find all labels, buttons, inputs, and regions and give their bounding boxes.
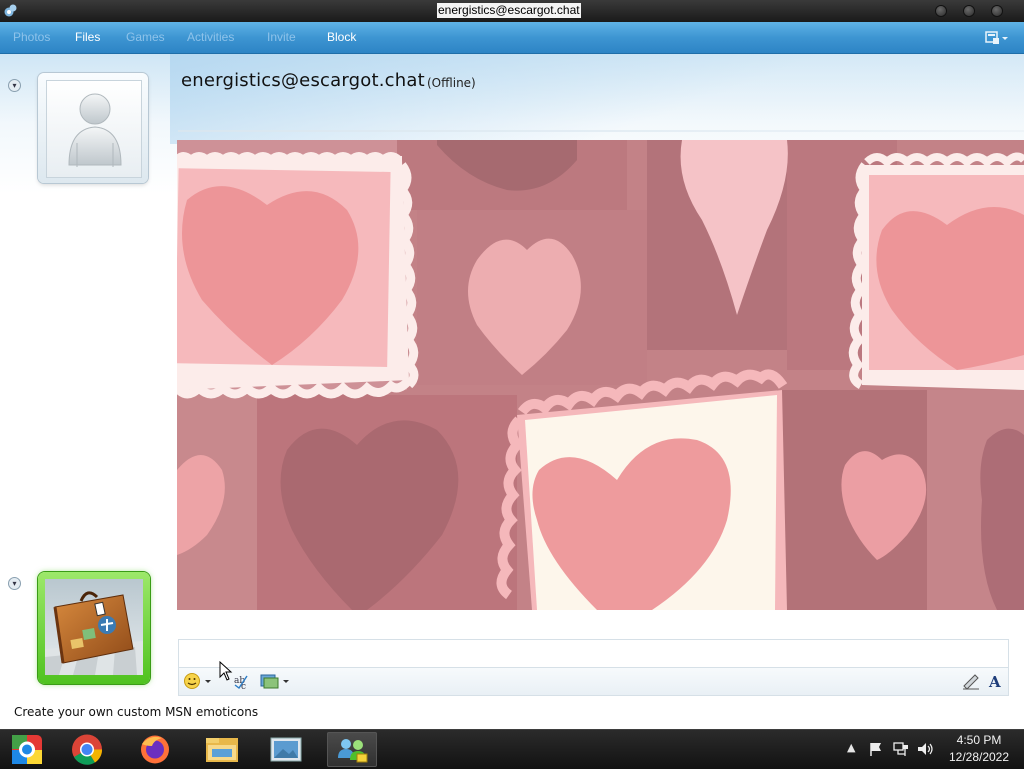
my-display-picture[interactable] bbox=[38, 572, 150, 684]
contact-name: energistics@escargot.chat bbox=[181, 70, 425, 91]
emoticon-icon[interactable] bbox=[183, 672, 213, 690]
taskbar-chrome[interactable] bbox=[62, 732, 112, 767]
conversation-toolbar: Photos Files Games Activities Invite Blo… bbox=[0, 22, 1024, 54]
clock-date[interactable]: 12/28/2022 bbox=[940, 750, 1018, 764]
header-divider bbox=[178, 130, 1024, 132]
input-toolbar: ab c A bbox=[178, 667, 1009, 696]
window-title: energistics@escargot.chat bbox=[437, 3, 581, 18]
taskbar-file-explorer[interactable] bbox=[197, 732, 247, 767]
toolbar-files[interactable]: Files bbox=[75, 30, 100, 44]
show-menu-icon[interactable] bbox=[985, 30, 1009, 46]
close-button[interactable] bbox=[992, 6, 1002, 16]
toolbar-block[interactable]: Block bbox=[327, 30, 356, 44]
photo-viewer-icon bbox=[270, 737, 302, 762]
valentine-hearts-scene bbox=[177, 140, 1024, 610]
show-hidden-icons-icon[interactable]: ▲ bbox=[847, 741, 855, 754]
suitcase-avatar-icon bbox=[45, 579, 143, 675]
toolbar-activities[interactable]: Activities bbox=[187, 30, 234, 44]
maximize-button[interactable] bbox=[964, 6, 974, 16]
firefox-icon bbox=[141, 735, 169, 764]
taskbar-photo-viewer[interactable] bbox=[261, 732, 311, 767]
file-explorer-icon bbox=[206, 738, 238, 762]
start-icon bbox=[12, 735, 42, 764]
handwriting-icon[interactable] bbox=[961, 672, 981, 690]
conversation-body: ▾ energistics@escargot.chat (Offline) ▾ … bbox=[0, 54, 1024, 729]
taskbar-messenger[interactable] bbox=[327, 732, 377, 767]
status-tip[interactable]: Create your own custom MSN emoticons bbox=[14, 705, 258, 719]
volume-icon[interactable] bbox=[917, 741, 935, 757]
start-button[interactable] bbox=[2, 732, 52, 767]
collapse-contact-picture-button[interactable]: ▾ bbox=[8, 79, 21, 92]
spellcheck-icon[interactable]: ab c bbox=[233, 672, 255, 690]
contact-status: (Offline) bbox=[427, 76, 476, 90]
svg-text:A: A bbox=[988, 673, 1001, 690]
taskbar: ▲ 4:50 PM 12/28/2022 bbox=[0, 729, 1024, 769]
chrome-icon bbox=[72, 734, 103, 765]
clock-time[interactable]: 4:50 PM bbox=[944, 733, 1014, 747]
action-center-flag-icon[interactable] bbox=[868, 741, 884, 757]
toolbar-games[interactable]: Games bbox=[126, 30, 165, 44]
messenger-app-icon[interactable] bbox=[3, 3, 19, 19]
conversation-history[interactable] bbox=[177, 140, 1024, 610]
message-input[interactable] bbox=[178, 639, 1009, 668]
taskbar-firefox[interactable] bbox=[130, 732, 180, 767]
title-bar[interactable]: energistics@escargot.chat bbox=[0, 0, 1024, 22]
default-user-avatar-icon bbox=[68, 93, 122, 167]
minimize-button[interactable] bbox=[936, 6, 946, 16]
collapse-my-picture-button[interactable]: ▾ bbox=[8, 577, 21, 590]
toolbar-invite[interactable]: Invite bbox=[267, 30, 296, 44]
network-icon[interactable] bbox=[893, 741, 909, 757]
toolbar-photos[interactable]: Photos bbox=[13, 30, 50, 44]
messenger-icon bbox=[338, 739, 368, 763]
mouse-cursor-icon bbox=[219, 661, 233, 681]
contact-display-picture[interactable] bbox=[38, 73, 148, 183]
send-file-icon[interactable] bbox=[259, 672, 291, 690]
font-icon[interactable]: A bbox=[987, 672, 1005, 690]
